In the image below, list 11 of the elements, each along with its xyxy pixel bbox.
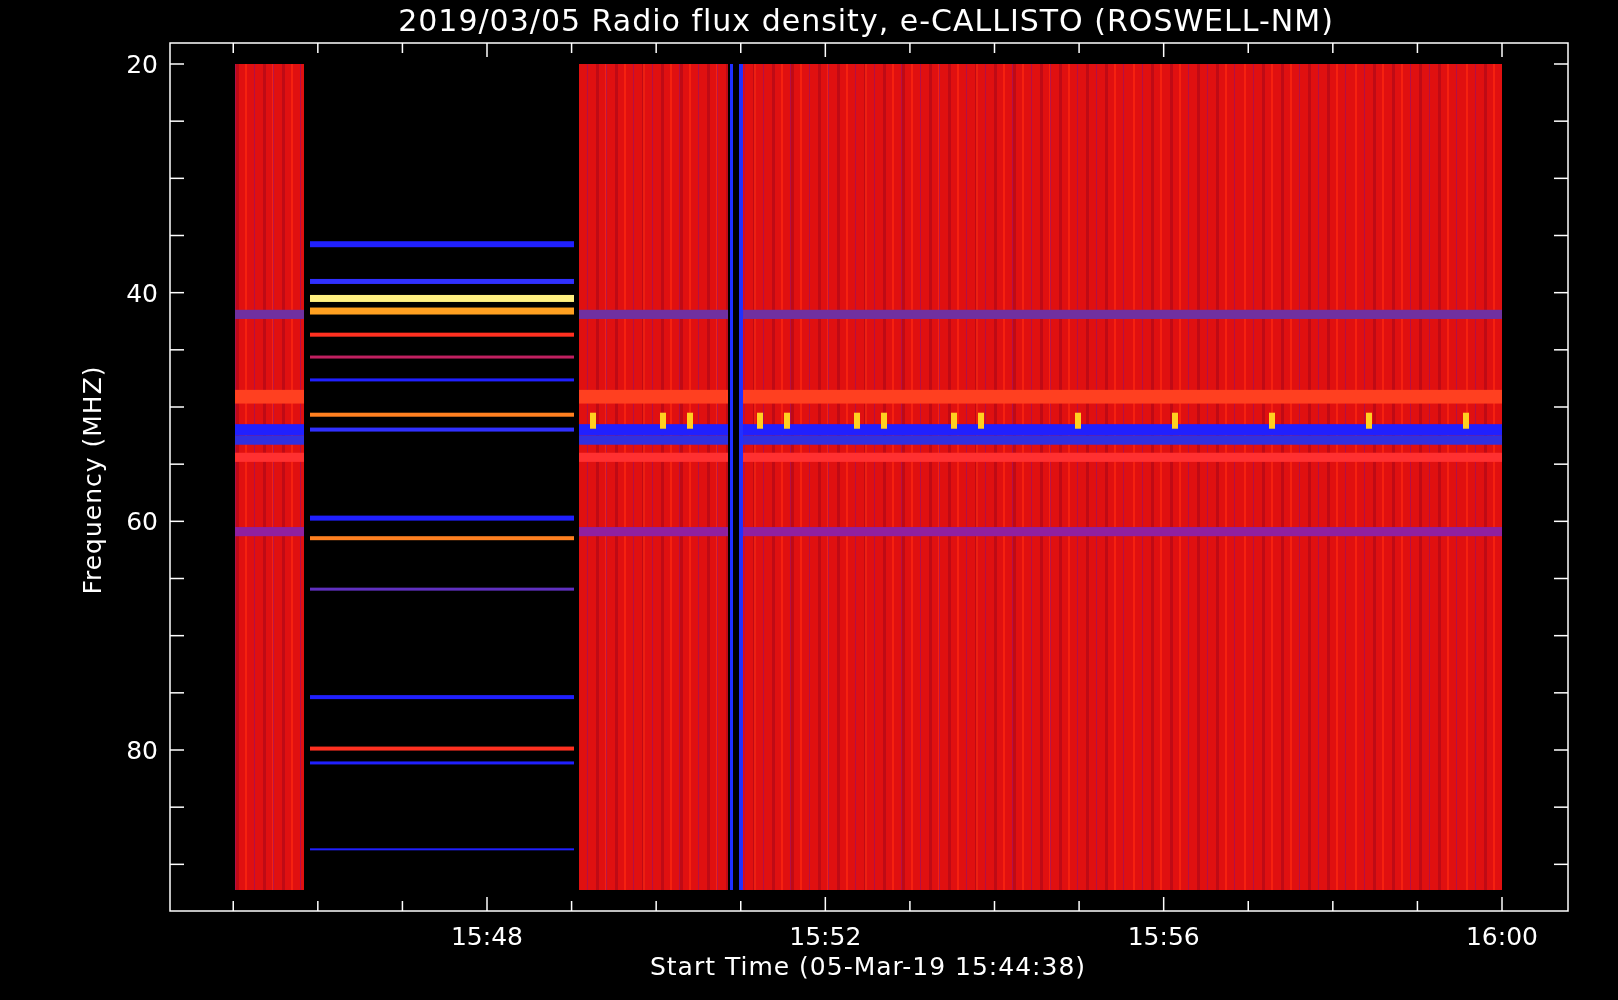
y-tick-label: 60	[126, 507, 158, 537]
x-tick-label: 15:48	[451, 922, 523, 951]
x-axis-label: Start Time (05-Mar-19 15:44:38)	[649, 952, 1087, 981]
y-tick-label: 20	[126, 50, 158, 79]
y-tick-label: 80	[126, 736, 158, 765]
y-axis-label: Frequency (MHZ)	[78, 365, 107, 595]
y-tick-label: 40	[126, 278, 158, 308]
x-tick-label: 15:52	[789, 922, 862, 951]
chart-title: 2019/03/05 Radio flux density, e-CALLISTO (ROSWELL-NM)	[398, 3, 1334, 38]
x-tick-label: 16:00	[1466, 922, 1538, 951]
x-tick-label: 15:56	[1127, 922, 1200, 951]
